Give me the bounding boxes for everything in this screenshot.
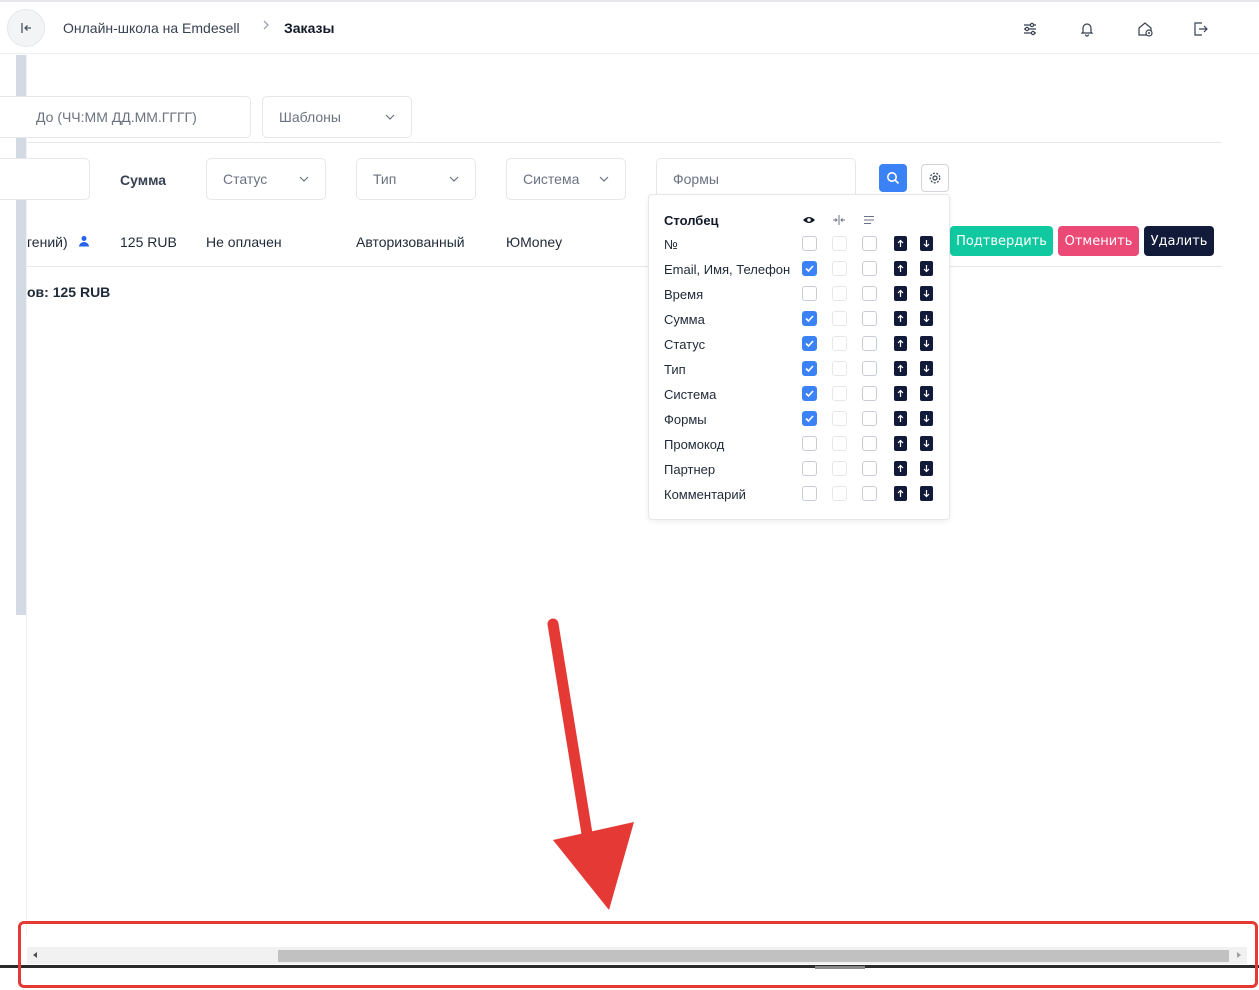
red-arrow-annotation	[547, 618, 634, 910]
red-highlight-box	[18, 921, 1258, 988]
